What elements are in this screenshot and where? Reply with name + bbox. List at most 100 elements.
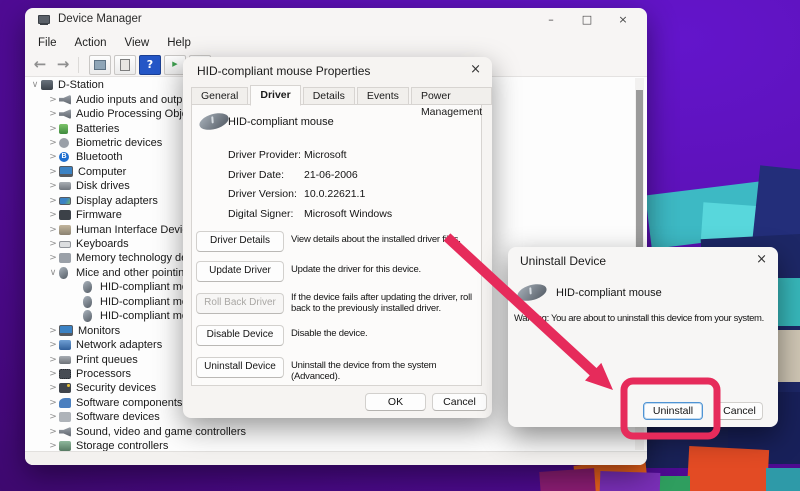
software-device-icon: [59, 412, 71, 422]
cancel-button[interactable]: Cancel: [432, 393, 487, 411]
tree-item-label: Bluetooth: [76, 151, 122, 163]
field-value: Microsoft Windows: [304, 208, 392, 228]
properties-icon[interactable]: [114, 55, 136, 75]
field-label: Digital Signer:: [228, 208, 304, 228]
menu-action[interactable]: Action: [66, 35, 116, 51]
device-name: HID-compliant mouse: [556, 287, 662, 299]
close-icon[interactable]: ×: [470, 62, 481, 77]
audio-icon: [59, 95, 71, 105]
field-value: Microsoft: [304, 149, 347, 169]
tree-item-label: Human Interface Devices: [76, 224, 200, 236]
tab-driver[interactable]: Driver: [250, 85, 300, 106]
chevron-right-icon[interactable]: >: [47, 441, 59, 451]
tab-general[interactable]: General: [191, 87, 248, 105]
minimize-button[interactable]: –: [533, 8, 569, 32]
forward-icon[interactable]: [53, 56, 73, 74]
chevron-down-icon[interactable]: ∨: [29, 80, 41, 90]
chevron-right-icon[interactable]: >: [47, 109, 59, 119]
chevron-right-icon[interactable]: >: [47, 326, 59, 336]
computer-icon: [41, 80, 53, 90]
chevron-right-icon[interactable]: >: [47, 181, 59, 191]
tree-item-label: Computer: [78, 166, 126, 178]
chevron-right-icon[interactable]: >: [47, 369, 59, 379]
chevron-right-icon[interactable]: >: [47, 398, 59, 408]
update-driver-button[interactable]: Update Driver: [196, 261, 284, 282]
chevron-right-icon[interactable]: >: [47, 138, 59, 148]
mouse-icon: [83, 310, 92, 322]
desktop: Device Manager –□× FileActionViewHelp ∨D…: [0, 0, 800, 491]
chevron-right-icon[interactable]: >: [47, 355, 59, 365]
hid-icon: [59, 225, 71, 235]
chevron-right-icon[interactable]: >: [47, 152, 59, 162]
tab-events[interactable]: Events: [357, 87, 409, 105]
tree-item-label: Print queues: [76, 354, 138, 366]
scrollbar-thumb[interactable]: [636, 90, 643, 252]
chevron-right-icon[interactable]: >: [47, 340, 59, 350]
dialog-title: HID-compliant mouse Properties: [197, 64, 370, 78]
chevron-right-icon[interactable]: >: [47, 124, 59, 134]
driver-field-row: Driver Date:21-06-2006: [228, 169, 392, 189]
uninstall-device-button[interactable]: Uninstall Device: [196, 357, 284, 378]
menu-view[interactable]: View: [116, 35, 159, 51]
properties-dialog: HID-compliant mouse Properties × General…: [183, 57, 492, 418]
maximize-button[interactable]: □: [569, 8, 605, 32]
driver-field-row: Driver Version:10.0.22621.1: [228, 188, 392, 208]
tree-item-label: Biometric devices: [76, 137, 162, 149]
tab-details[interactable]: Details: [303, 87, 355, 105]
chevron-right-icon[interactable]: >: [47, 239, 59, 249]
field-label: Driver Version:: [228, 188, 304, 208]
chevron-right-icon[interactable]: >: [47, 95, 59, 105]
disable-device-description: Disable the device.: [291, 329, 483, 340]
tree-item-label: Audio inputs and outputs: [76, 94, 197, 106]
menu-help[interactable]: Help: [158, 35, 200, 51]
menu-bar: FileActionViewHelp: [29, 33, 200, 53]
title-bar[interactable]: Device Manager –□×: [25, 8, 647, 32]
mouse-icon: [83, 296, 92, 308]
cancel-button[interactable]: Cancel: [716, 402, 763, 420]
chevron-right-icon[interactable]: >: [47, 427, 59, 437]
menu-file[interactable]: File: [29, 35, 66, 51]
console-tree-icon[interactable]: [89, 55, 111, 75]
driver-details-description: View details about the installed driver …: [291, 235, 483, 246]
roll-back-driver-description: If the device fails after updating the d…: [291, 293, 483, 314]
tree-item-label: Monitors: [78, 325, 120, 337]
uninstall-device-dialog: Uninstall Device × HID-compliant mouse W…: [508, 247, 778, 427]
chevron-right-icon[interactable]: >: [47, 253, 59, 263]
driver-info-fields: Driver Provider:MicrosoftDriver Date:21-…: [228, 149, 392, 227]
tree-item-label: Batteries: [76, 123, 119, 135]
ok-button[interactable]: OK: [365, 393, 426, 411]
close-icon[interactable]: ×: [756, 252, 767, 267]
window-title: Device Manager: [58, 13, 142, 25]
art-shape: [600, 471, 661, 491]
tree-item-label: Software components: [76, 397, 182, 409]
tree-item-label: Software devices: [76, 411, 160, 423]
audio-icon: [59, 427, 71, 437]
uninstall-button[interactable]: Uninstall: [643, 402, 703, 420]
help-icon[interactable]: [139, 55, 161, 75]
chevron-right-icon[interactable]: >: [47, 210, 59, 220]
firmware-icon: [59, 210, 71, 220]
chevron-right-icon[interactable]: >: [47, 383, 59, 393]
driver-details-button[interactable]: Driver Details: [196, 231, 284, 252]
mouse-icon: [59, 267, 68, 279]
tree-item-label: Display adapters: [76, 195, 158, 207]
chevron-right-icon[interactable]: >: [47, 225, 59, 235]
tree-item-label: Security devices: [76, 382, 156, 394]
field-value: 21-06-2006: [304, 169, 358, 189]
uninstall-device-description: Uninstall the device from the system (Ad…: [291, 361, 483, 382]
chevron-right-icon[interactable]: >: [47, 167, 59, 177]
chevron-right-icon[interactable]: >: [47, 196, 59, 206]
chevron-down-icon[interactable]: ∨: [47, 268, 59, 278]
close-button[interactable]: ×: [605, 8, 641, 32]
back-icon[interactable]: [30, 56, 50, 74]
disable-device-button[interactable]: Disable Device: [196, 325, 284, 346]
tab-power-management[interactable]: Power Management: [411, 87, 492, 105]
disk-icon: [59, 182, 71, 190]
chevron-right-icon[interactable]: >: [47, 412, 59, 422]
art-shape: [539, 468, 596, 491]
tree-item-label: D-Station: [58, 79, 104, 91]
security-icon: [59, 383, 71, 393]
field-value: 10.0.22621.1: [304, 188, 365, 208]
art-shape: [687, 446, 769, 491]
mouse-icon: [83, 281, 92, 293]
